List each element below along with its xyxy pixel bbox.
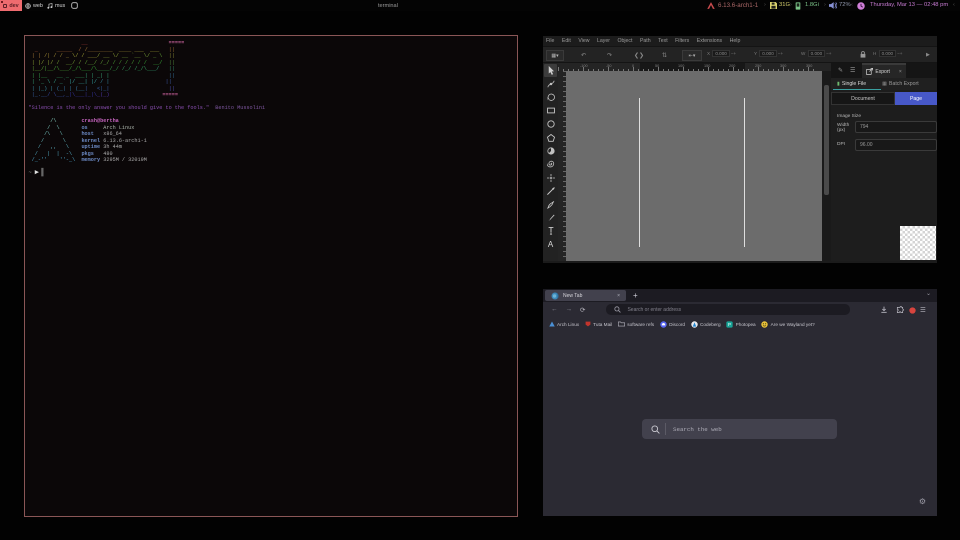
svg-text:P: P: [728, 322, 731, 327]
